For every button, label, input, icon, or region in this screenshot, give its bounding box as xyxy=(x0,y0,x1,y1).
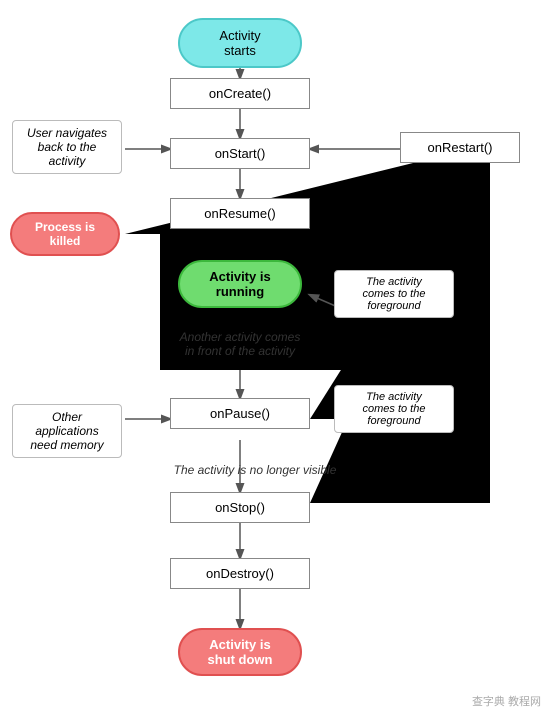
onstart-node: onStart() xyxy=(170,138,310,169)
watermark: 查字典 教程网 xyxy=(472,693,541,709)
onresume-node: onResume() xyxy=(170,198,310,229)
activity-starts-node: Activity starts xyxy=(178,18,302,68)
onpause-node: onPause() xyxy=(170,398,310,429)
not-visible-label: The activity is no longer visible xyxy=(140,463,370,477)
other-apps-label: Other applications need memory xyxy=(12,404,122,458)
activity-shutdown-node: Activity is shut down xyxy=(178,628,302,676)
onrestart-node: onRestart() xyxy=(400,132,520,163)
comes-foreground-1-label: The activity comes to the foreground xyxy=(334,270,454,318)
ondestroy-node: onDestroy() xyxy=(170,558,310,589)
onstop-node: onStop() xyxy=(170,492,310,523)
user-navigates-label: User navigates back to the activity xyxy=(12,120,122,174)
oncreate-node: onCreate() xyxy=(170,78,310,109)
comes-foreground-2-label: The activity comes to the foreground xyxy=(334,385,454,433)
process-killed-node: Process is killed xyxy=(10,212,120,256)
diagram-container: Activity starts onCreate() onStart() onR… xyxy=(0,0,545,711)
activity-running-node: Activity is running xyxy=(178,260,302,308)
another-activity-label: Another activity comes in front of the a… xyxy=(150,330,330,358)
